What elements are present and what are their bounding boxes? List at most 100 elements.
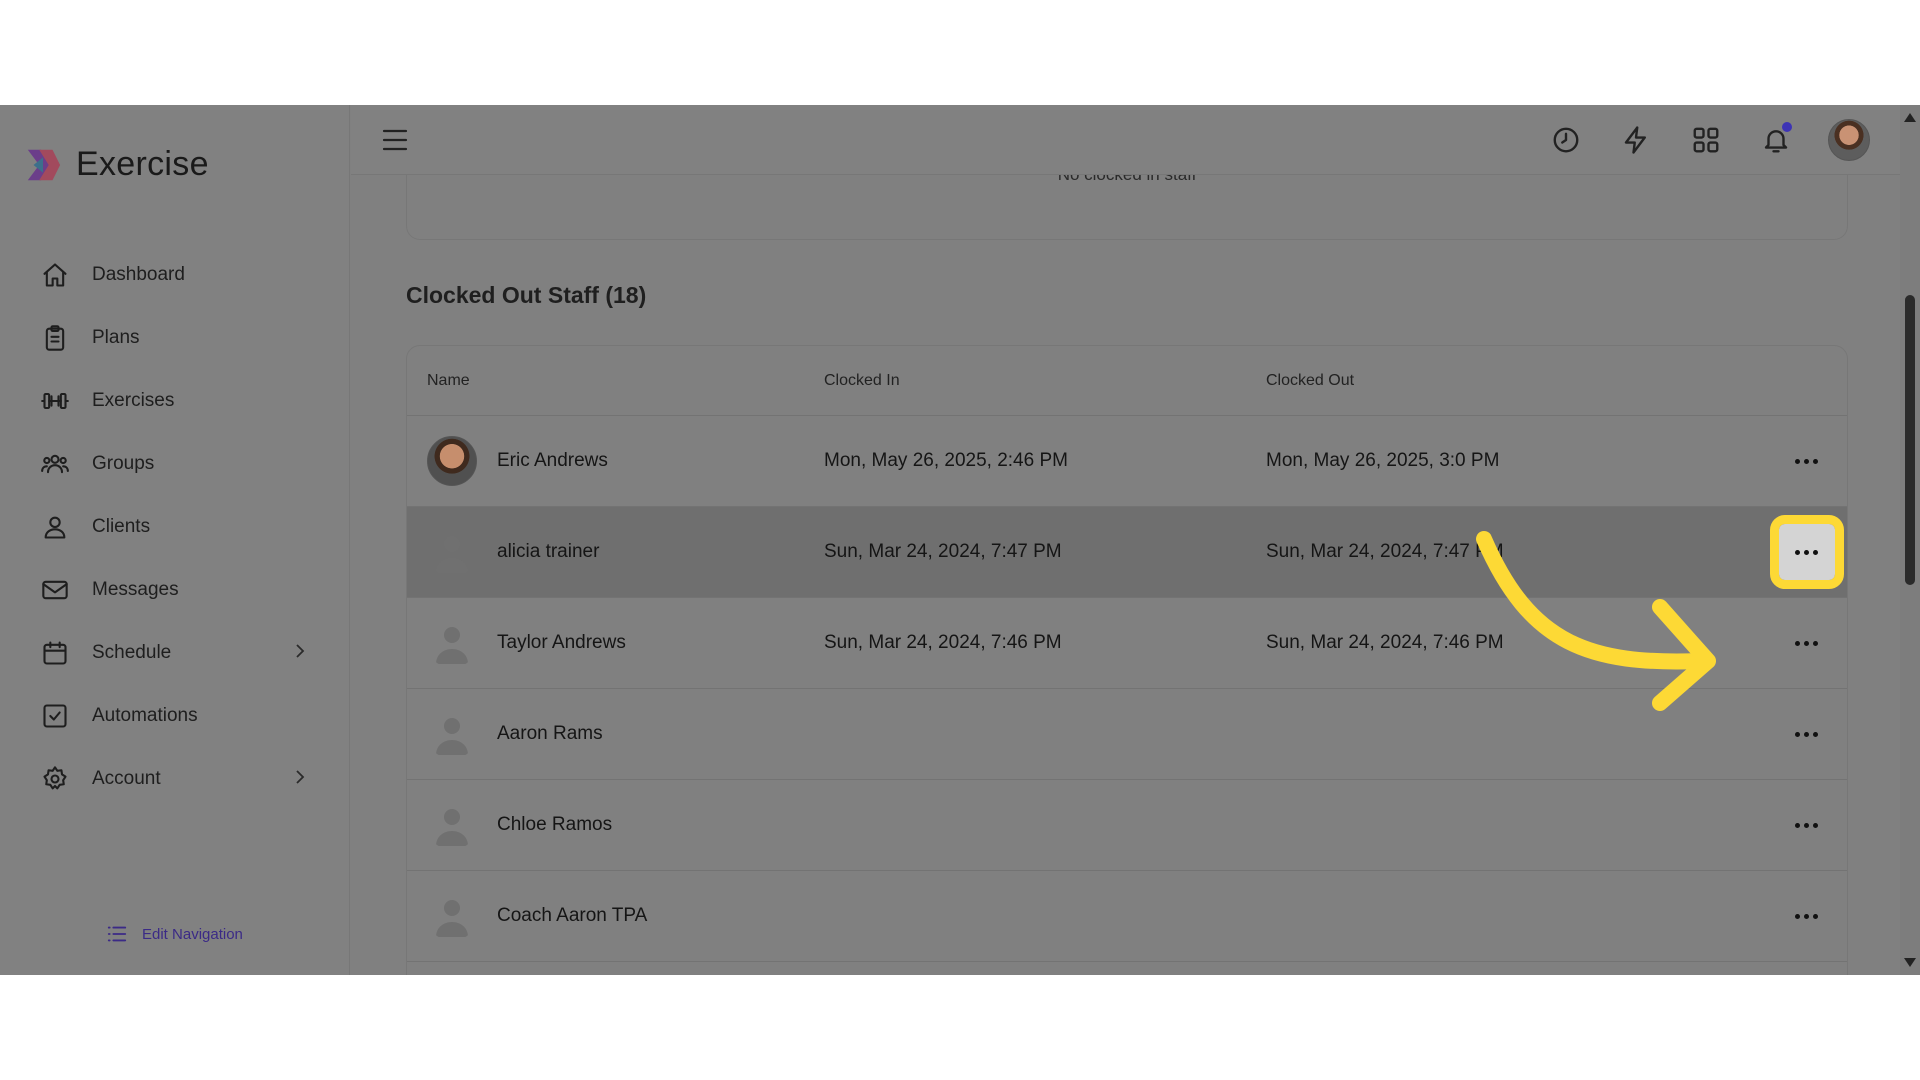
apps-button[interactable] <box>1688 122 1724 158</box>
user-icon <box>40 512 70 542</box>
user-avatar[interactable] <box>1828 119 1870 161</box>
staff-name: Eric Andrews <box>497 450 608 471</box>
row-actions-button[interactable] <box>1785 444 1829 478</box>
sidebar-item-label: Schedule <box>92 641 172 663</box>
clocked-in-time: Sun, Mar 24, 2024, 7:47 PM <box>824 541 1062 562</box>
clocked-out-title: Clocked Out Staff (18) <box>406 282 647 308</box>
no-clocked-in-message: No clocked in staff <box>407 175 1847 185</box>
brand[interactable]: Exercise <box>24 145 209 184</box>
table-row[interactable]: Aaron Rams <box>407 689 1847 780</box>
sidebar-item-label: Messages <box>92 578 179 600</box>
time-clock-button[interactable] <box>1548 122 1584 158</box>
more-dots-icon <box>1795 913 1800 919</box>
sidebar-item-account[interactable]: Account <box>40 747 310 810</box>
calendar-icon <box>40 638 70 668</box>
top-bar-actions <box>1548 119 1870 161</box>
table-header: Name Clocked In Clocked Out <box>407 346 1847 416</box>
avatar <box>427 436 477 486</box>
sidebar: Exercise Dashboard Plans Exercises Group… <box>0 105 350 975</box>
gear-icon <box>40 764 70 794</box>
avatar-placeholder-icon <box>427 891 477 941</box>
notification-badge <box>1782 122 1792 132</box>
clocked-out-table: Name Clocked In Clocked Out Eric Andrews… <box>406 345 1848 975</box>
lightning-icon <box>1624 126 1646 154</box>
scroll-down-icon[interactable] <box>1904 958 1916 967</box>
edit-navigation-label: Edit Navigation <box>142 925 243 943</box>
sidebar-item-label: Groups <box>92 452 155 474</box>
avatar-placeholder-icon <box>427 709 477 759</box>
staff-name: alicia trainer <box>497 541 600 562</box>
sidebar-item-dashboard[interactable]: Dashboard <box>40 243 310 306</box>
row-actions-button[interactable] <box>1785 899 1829 933</box>
clipboard-icon <box>40 323 70 353</box>
mail-icon <box>40 575 70 605</box>
sidebar-item-label: Account <box>92 767 161 789</box>
list-icon <box>107 926 127 942</box>
sidebar-item-automations[interactable]: Automations <box>40 684 310 747</box>
app-logo-icon <box>27 149 61 180</box>
sidebar-item-plans[interactable]: Plans <box>40 306 310 369</box>
staff-name: Coach Aaron TPA <box>497 905 648 926</box>
column-header-name: Name <box>427 371 470 389</box>
sidebar-item-label: Dashboard <box>92 263 185 285</box>
sidebar-item-groups[interactable]: Groups <box>40 432 310 495</box>
dumbbell-icon <box>40 386 70 416</box>
clocked-in-card: No clocked in staff <box>406 175 1848 240</box>
avatar-placeholder-icon <box>427 618 477 668</box>
sidebar-item-schedule[interactable]: Schedule <box>40 621 310 684</box>
row-actions-button[interactable] <box>1785 626 1829 660</box>
quick-actions-button[interactable] <box>1618 122 1654 158</box>
home-icon <box>40 260 70 290</box>
table-row[interactable]: Eric Andrews Mon, May 26, 2025, 2:46 PM … <box>407 416 1847 507</box>
app-window: Exercise Dashboard Plans Exercises Group… <box>0 105 1920 975</box>
notifications-button[interactable] <box>1758 122 1794 158</box>
staff-name: Taylor Andrews <box>497 632 626 653</box>
sidebar-item-label: Exercises <box>92 389 175 411</box>
scrollbar-thumb[interactable] <box>1905 295 1915 585</box>
sidebar-item-label: Plans <box>92 326 140 348</box>
clocked-out-time: Mon, May 26, 2025, 3:0 PM <box>1266 450 1500 471</box>
more-dots-icon <box>1795 822 1800 828</box>
table-row[interactable]: Taylor Andrews Sun, Mar 24, 2024, 7:46 P… <box>407 598 1847 689</box>
app-name: Exercise <box>76 145 209 183</box>
sidebar-item-clients[interactable]: Clients <box>40 495 310 558</box>
hamburger-icon <box>382 129 408 151</box>
row-actions-button[interactable] <box>1769 515 1844 589</box>
checkbox-icon <box>40 701 70 731</box>
top-bar <box>351 105 1900 175</box>
chevron-right-icon[interactable] <box>290 641 310 661</box>
clock-icon <box>1553 127 1579 153</box>
more-dots-icon <box>1795 549 1800 555</box>
more-dots-icon <box>1795 458 1800 464</box>
edit-navigation-link[interactable]: Edit Navigation <box>106 923 243 945</box>
more-dots-icon <box>1795 731 1800 737</box>
menu-toggle-button[interactable] <box>381 127 409 153</box>
users-icon <box>40 449 70 479</box>
clocked-in-time: Sun, Mar 24, 2024, 7:46 PM <box>824 632 1062 653</box>
staff-name: Chloe Ramos <box>497 814 613 835</box>
table-row[interactable]: alicia trainer Sun, Mar 24, 2024, 7:47 P… <box>407 507 1847 598</box>
avatar-placeholder-icon <box>427 527 477 577</box>
main-content: No clocked in staff Clocked Out Staff (1… <box>351 175 1900 975</box>
row-actions-button[interactable] <box>1785 717 1829 751</box>
more-dots-icon <box>1795 640 1800 646</box>
grid-icon <box>1693 127 1719 153</box>
sidebar-item-messages[interactable]: Messages <box>40 558 310 621</box>
row-actions-button[interactable] <box>1785 808 1829 842</box>
clocked-out-time: Sun, Mar 24, 2024, 7:46 PM <box>1266 632 1504 653</box>
clocked-out-time: Sun, Mar 24, 2024, 7:47 PM <box>1266 541 1504 562</box>
sidebar-item-label: Clients <box>92 515 151 537</box>
clocked-in-time: Mon, May 26, 2025, 2:46 PM <box>824 450 1068 471</box>
avatar-placeholder-icon <box>427 800 477 850</box>
sidebar-item-exercises[interactable]: Exercises <box>40 369 310 432</box>
scroll-up-icon[interactable] <box>1904 113 1916 122</box>
column-header-clocked-in: Clocked In <box>824 371 900 389</box>
table-row[interactable]: Coach Aaron TPA <box>407 871 1847 962</box>
table-row[interactable]: Chloe Ramos <box>407 780 1847 871</box>
chevron-right-icon[interactable] <box>290 767 310 787</box>
sidebar-nav: Dashboard Plans Exercises Groups Clients… <box>40 243 310 810</box>
sidebar-item-label: Automations <box>92 704 198 726</box>
staff-name: Aaron Rams <box>497 723 603 744</box>
column-header-clocked-out: Clocked Out <box>1266 371 1355 389</box>
vertical-scrollbar[interactable] <box>1900 105 1920 975</box>
